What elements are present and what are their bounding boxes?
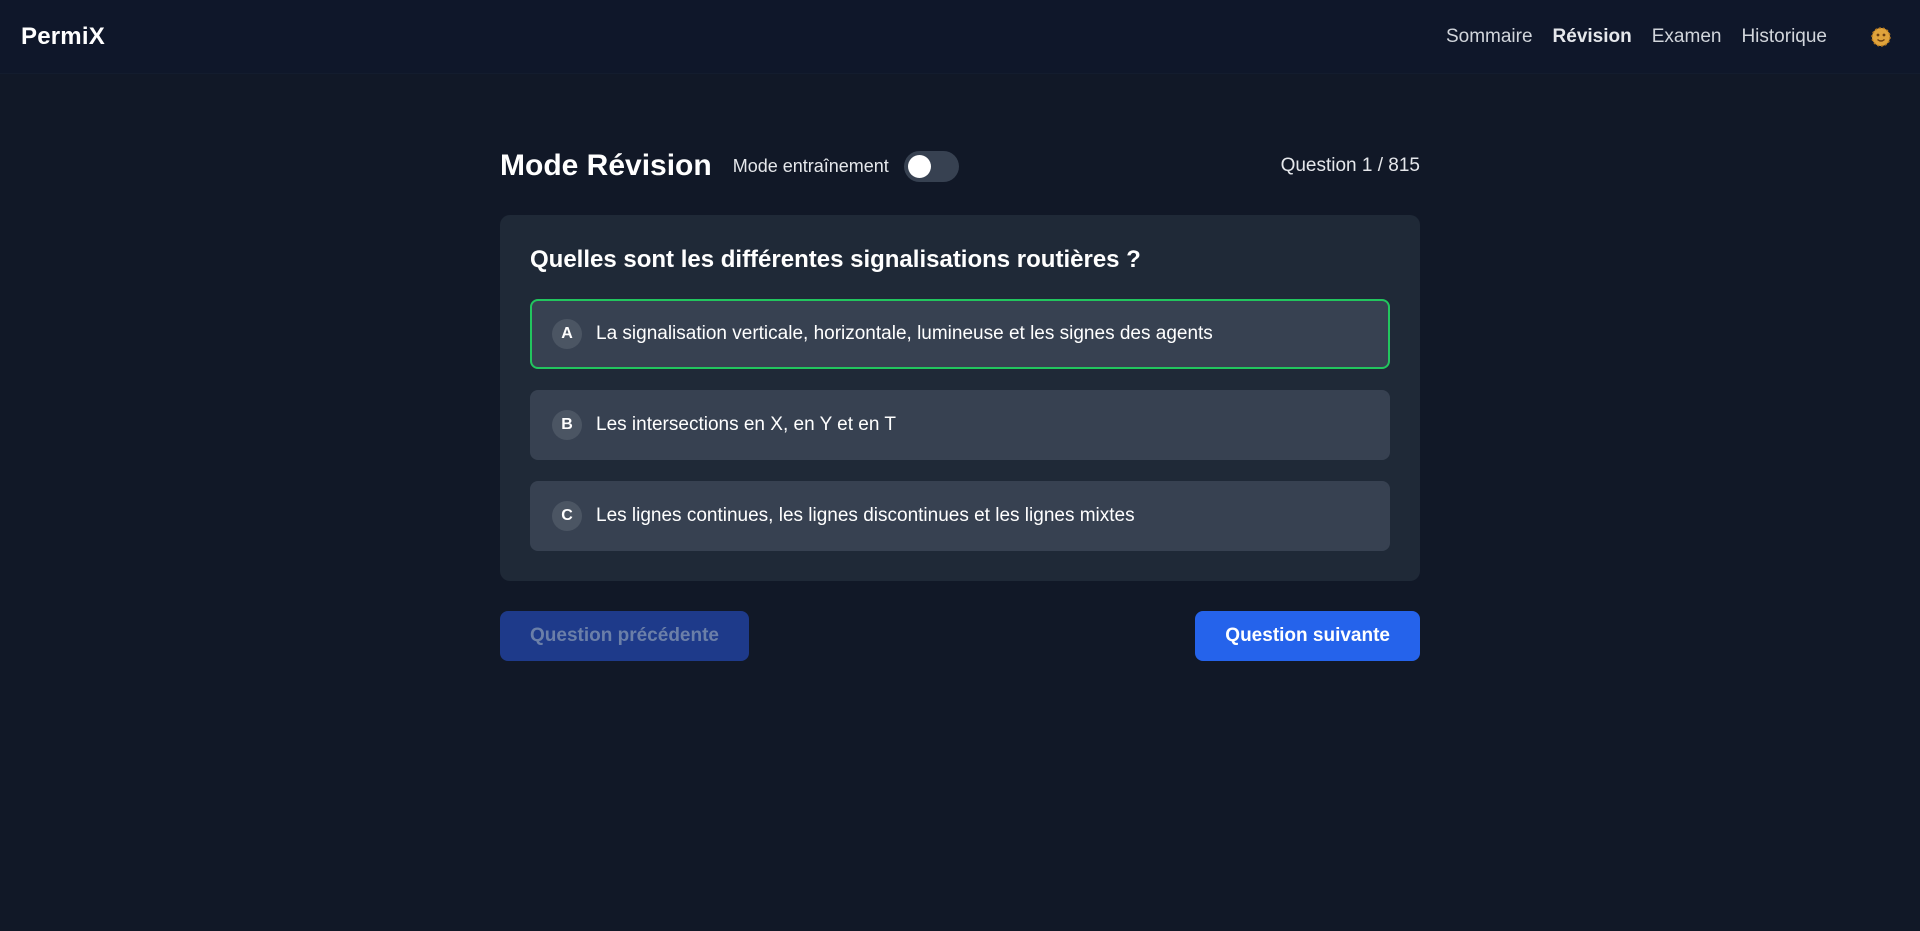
revision-container: Mode Révision Mode entraînement Question… [500, 140, 1420, 661]
nav-links: Sommaire Révision Examen Historique [1446, 25, 1893, 49]
nav-link-revision[interactable]: Révision [1553, 26, 1632, 48]
top-navbar: PermiX Sommaire Révision Examen Historiq… [0, 0, 1920, 74]
nav-link-historique[interactable]: Historique [1741, 26, 1827, 48]
answer-option-c[interactable]: C Les lignes continues, les lignes disco… [530, 481, 1390, 551]
revision-header: Mode Révision Mode entraînement Question… [500, 140, 1420, 192]
option-text: Les intersections en X, en Y et en T [596, 414, 896, 435]
question-counter: Question 1 / 815 [1280, 155, 1420, 176]
navigation-actions: Question précédente Question suivante [500, 611, 1420, 661]
training-mode-toggle[interactable] [903, 150, 959, 182]
next-question-button[interactable]: Question suivante [1195, 611, 1420, 661]
toggle-knob [907, 154, 931, 178]
previous-question-button[interactable]: Question précédente [500, 611, 749, 661]
option-letter-badge: C [552, 501, 582, 531]
option-letter-badge: A [552, 319, 582, 349]
question-text: Quelles sont les différentes signalisati… [530, 246, 1141, 273]
brand-logo[interactable]: PermiX [21, 23, 105, 51]
option-text: Les lignes continues, les lignes discont… [596, 505, 1135, 526]
training-mode-label: Mode entraînement [732, 155, 889, 176]
option-letter-badge: B [552, 410, 582, 440]
page-title: Mode Révision [500, 149, 712, 182]
nav-link-examen[interactable]: Examen [1652, 26, 1722, 48]
user-avatar-icon[interactable] [1869, 25, 1893, 49]
answer-option-a[interactable]: A La signalisation verticale, horizontal… [530, 299, 1390, 369]
option-text: La signalisation verticale, horizontale,… [596, 323, 1213, 344]
nav-link-sommaire[interactable]: Sommaire [1446, 26, 1533, 48]
question-card: Quelles sont les différentes signalisati… [500, 215, 1420, 581]
answer-option-b[interactable]: B Les intersections en X, en Y et en T [530, 390, 1390, 460]
